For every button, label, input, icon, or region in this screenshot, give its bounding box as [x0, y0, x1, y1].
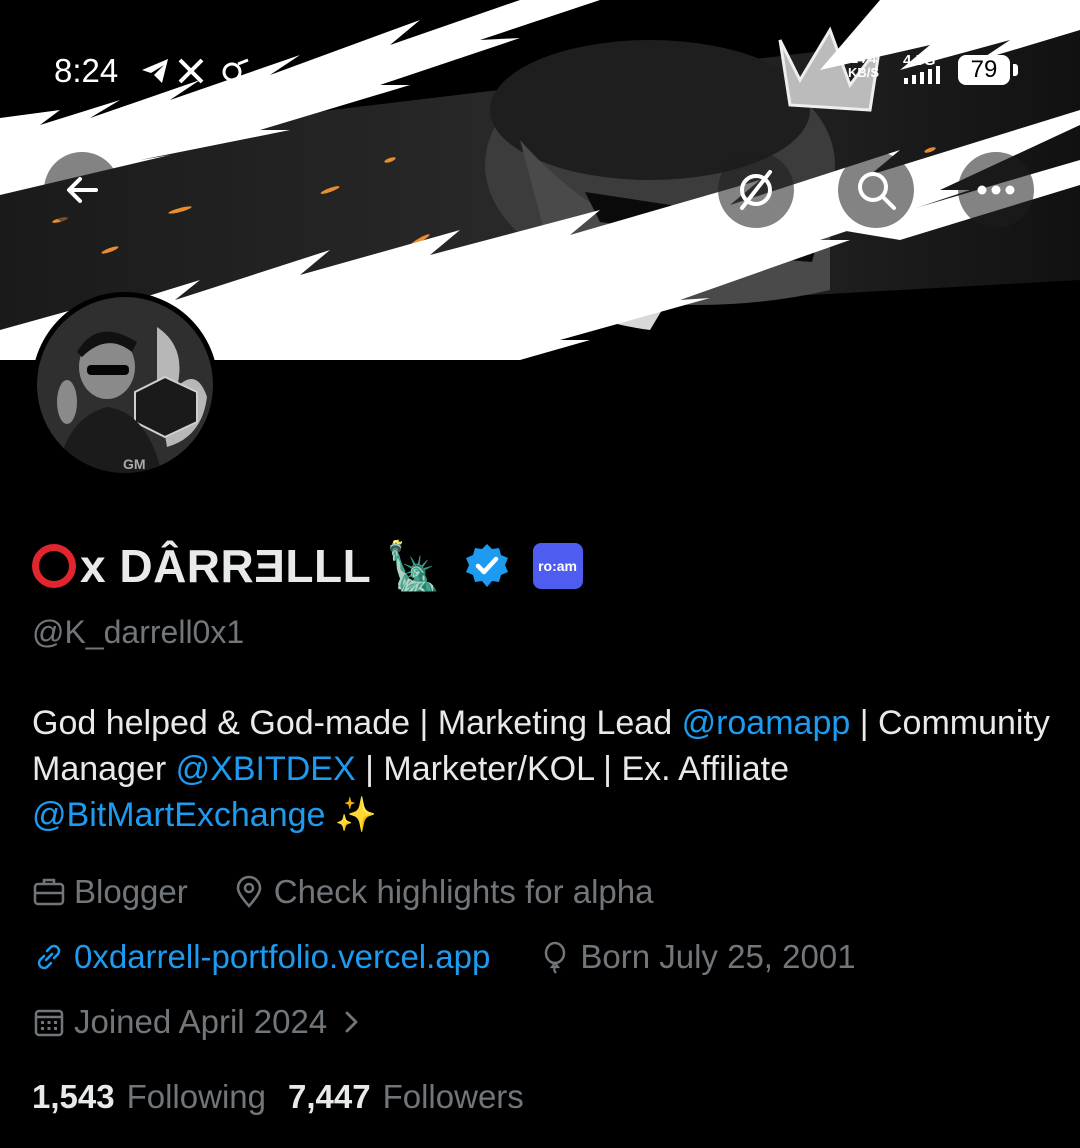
statue-of-liberty-emoji: 🗽 — [385, 539, 443, 592]
battery-indicator: 79 — [958, 55, 1018, 85]
grok-icon — [740, 170, 772, 210]
signal-icon — [904, 66, 940, 84]
user-handle: @K_darrell0x1 — [32, 614, 245, 650]
mention-link[interactable]: @XBITDEX — [176, 750, 356, 788]
profession-text: Blogger — [74, 873, 188, 910]
status-notification-icons — [142, 58, 249, 84]
profile-bio: God helped & God-made | Marketing Lead @… — [32, 700, 1052, 838]
search-button[interactable] — [838, 152, 914, 228]
joined-text: Joined April 2024 — [74, 1003, 328, 1040]
location-item: Check highlights for alpha — [232, 873, 654, 911]
birthday-text: Born July 25, 2001 — [580, 938, 856, 975]
mention-link[interactable]: @roamapp — [682, 704, 851, 742]
search-icon — [858, 172, 896, 210]
svg-text:GM: GM — [123, 456, 146, 472]
display-name: x DÂRRƎLLL — [80, 540, 372, 592]
mention-link[interactable]: @BitMartExchange — [32, 796, 325, 834]
status-bar: 8:24 14.4 KB/S 4.5G 79 — [0, 0, 1080, 140]
x-icon — [178, 58, 204, 84]
location-pin-icon — [236, 875, 262, 908]
more-icon — [977, 185, 1015, 195]
following-link[interactable]: 1,543 Following — [32, 1078, 266, 1116]
grok-button[interactable] — [718, 152, 794, 228]
briefcase-icon — [33, 878, 65, 906]
joined-item[interactable]: Joined April 2024 — [32, 1003, 375, 1041]
profile-avatar[interactable]: GM — [32, 292, 218, 478]
status-time: 8:24 — [54, 52, 119, 89]
profile-meta-row: Blogger Check highlights for alpha — [32, 870, 653, 914]
balloon-icon — [545, 941, 566, 974]
calendar-icon — [34, 1009, 64, 1037]
arrow-left-icon — [67, 177, 98, 203]
profession-item: Blogger — [32, 873, 188, 911]
link-icon — [222, 58, 249, 82]
birthday-item: Born July 25, 2001 — [538, 938, 856, 976]
more-button[interactable] — [958, 152, 1034, 228]
following-count: 1,543 — [32, 1078, 115, 1115]
verified-badge-icon[interactable] — [463, 542, 511, 590]
followers-count: 7,447 — [288, 1078, 371, 1115]
chevron-right-icon — [345, 1011, 358, 1033]
followers-label: Followers — [382, 1078, 524, 1115]
profile-meta-row: Joined April 2024 — [32, 1000, 375, 1044]
telegram-icon — [142, 59, 168, 83]
red-circle-emoji — [32, 544, 76, 588]
display-name-row: x DÂRRƎLLL 🗽 ro:am — [32, 536, 583, 596]
avatar-image: GM — [37, 297, 213, 473]
followers-link[interactable]: 7,447 Followers — [288, 1078, 524, 1116]
sparkles-emoji: ✨ — [325, 796, 378, 834]
website-link[interactable]: 0xdarrell-portfolio.vercel.app — [32, 938, 490, 976]
following-label: Following — [126, 1078, 266, 1115]
profile-meta-row: 0xdarrell-portfolio.vercel.app Born July… — [32, 935, 856, 979]
link-icon — [37, 944, 61, 970]
bio-text: | Marketer/KOL | Ex. Affiliate — [355, 750, 790, 788]
affiliate-badge[interactable]: ro:am — [532, 543, 583, 589]
website-text[interactable]: 0xdarrell-portfolio.vercel.app — [74, 938, 490, 976]
back-button[interactable] — [44, 152, 120, 228]
network-speed: 14.4 KB/S — [848, 51, 880, 80]
location-text: Check highlights for alpha — [273, 873, 654, 910]
follow-stats: 1,543 Following 7,447 Followers — [32, 1078, 546, 1116]
bio-text: God helped & God-made | Marketing Lead — [32, 704, 682, 742]
